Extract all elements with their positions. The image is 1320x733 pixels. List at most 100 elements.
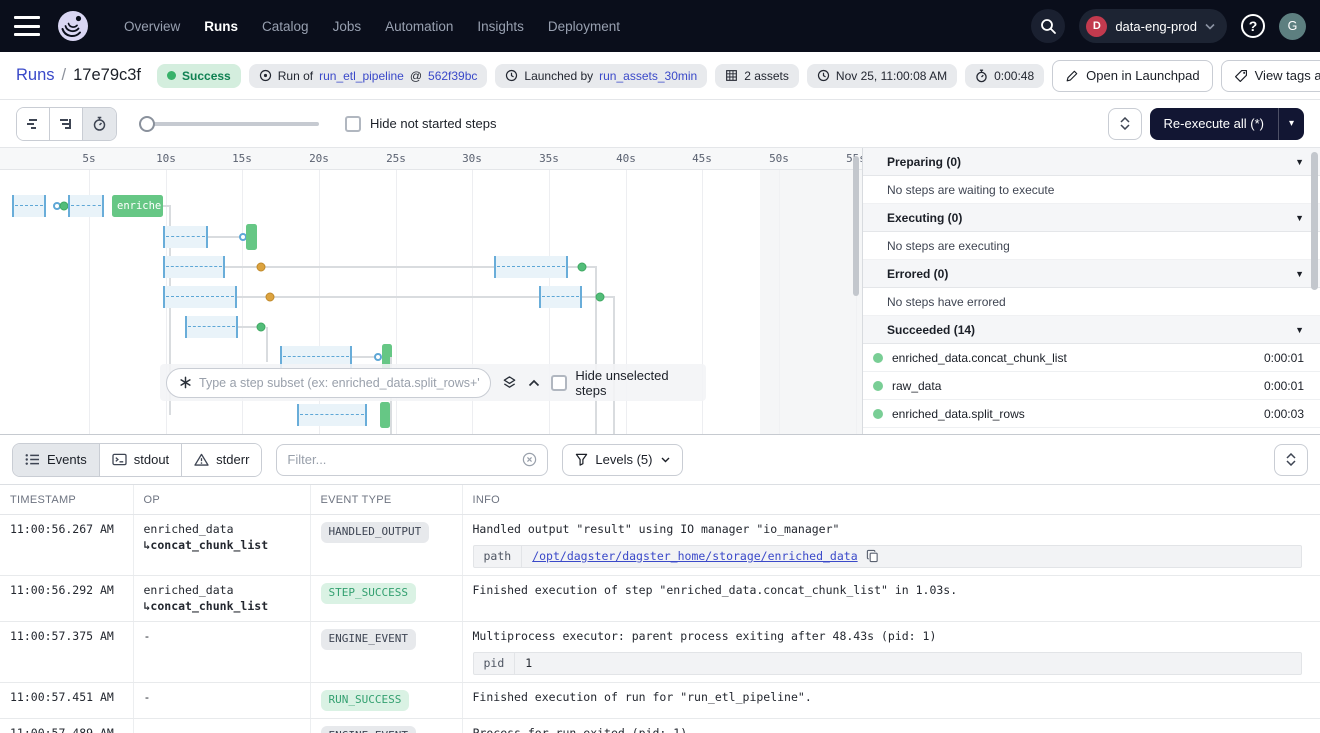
gantt-waiting-box[interactable] [12,195,46,217]
nav-item-automation[interactable]: Automation [373,0,465,52]
gantt-waiting-box[interactable] [494,256,568,278]
section-header[interactable]: Preparing (0) ▼ [863,148,1320,176]
view-tags-config-button[interactable]: View tags and config [1221,60,1320,92]
target-icon [259,69,272,82]
nav-item-deployment[interactable]: Deployment [536,0,632,52]
nav-item-catalog[interactable]: Catalog [250,0,321,52]
run-tag[interactable]: Run of run_etl_pipeline @ 562f39bc [249,64,488,88]
log-expand-stepper[interactable] [1274,444,1308,476]
layers-icon[interactable] [502,375,517,390]
hide-not-started-control[interactable]: Hide not started steps [345,116,496,132]
metadata-link[interactable]: /opt/dagster/dagster_home/storage/enrich… [532,549,857,565]
open-in-launchpad-button[interactable]: Open in Launchpad [1052,60,1212,92]
top-nav: OverviewRunsCatalogJobsAutomationInsight… [0,0,1320,52]
tag-text: Run of [278,69,313,83]
log-row[interactable]: 11:00:57.375 AM-ENGINE_EVENTMultiprocess… [0,622,1320,683]
tag-text: Nov 25, 11:00:08 AM [836,69,947,83]
breadcrumb: Runs / 17e79c3f [16,66,141,85]
log-row[interactable]: 11:00:57.489 AM-ENGINE_EVENTProcess for … [0,718,1320,733]
log-filter-input[interactable] [287,452,514,467]
levels-dropdown[interactable]: Levels (5) [562,444,683,476]
gantt-marker-dot [266,293,275,302]
step-row[interactable]: enriched_data.concat_chunk_list0:00:01 [863,344,1320,372]
gantt-waterfall-view-button[interactable] [50,108,83,140]
help-button[interactable]: ? [1241,14,1265,38]
tab-stdout[interactable]: stdout [100,444,182,476]
log-filter-box [276,444,548,476]
log-row[interactable]: 11:00:57.451 AM-RUN_SUCCESSFinished exec… [0,683,1320,719]
gantt-timed-view-button[interactable] [83,108,116,140]
hamburger-menu-icon[interactable] [14,16,40,36]
axis-tick: 45s [692,152,712,165]
log-op: enriched_data↳concat_chunk_list [133,576,310,622]
log-row[interactable]: 11:00:56.267 AMenriched_data↳concat_chun… [0,515,1320,576]
step-subset-input[interactable]: Type a step subset (ex: enriched_data.sp… [166,368,491,398]
tab-stderr[interactable]: stderr [182,444,261,476]
breadcrumb-runs-link[interactable]: Runs [16,66,55,85]
steps-scrollbar[interactable] [1311,152,1318,290]
gantt-waiting-box[interactable] [297,404,367,426]
log-timestamp: 11:00:56.267 AM [0,515,133,576]
step-row[interactable]: enriched_data.split_rows0:00:03 [863,400,1320,428]
gantt-step-bar[interactable]: enriche. [112,195,163,217]
gantt-step-bar[interactable] [246,224,257,250]
log-timestamp: 11:00:56.292 AM [0,576,133,622]
chevron-down-icon[interactable]: ▼ [1295,269,1304,279]
tag-link[interactable]: run_etl_pipeline [319,69,404,83]
tag-link[interactable]: run_assets_30min [599,69,697,83]
chevron-up-icon[interactable] [528,379,540,387]
log-event-type: ENGINE_EVENT [310,718,462,733]
copy-icon[interactable] [866,549,879,563]
section-header[interactable]: Errored (0)▼ [863,260,1320,288]
section-header[interactable]: Succeeded (14)▼ [863,316,1320,344]
event-type-badge: ENGINE_EVENT [321,726,416,733]
hide-not-started-checkbox[interactable] [345,116,361,132]
step-row[interactable]: raw_data0:00:01 [863,372,1320,400]
gantt-waiting-box[interactable] [185,316,238,338]
search-button[interactable] [1031,9,1065,43]
run-tag[interactable]: 0:00:48 [965,64,1044,88]
chevron-down-icon[interactable]: ▼ [1295,325,1304,335]
clear-filter-icon[interactable] [522,452,537,467]
tab-Events[interactable]: Events [13,444,100,476]
metadata-key: path [474,546,523,568]
nav-item-overview[interactable]: Overview [112,0,192,52]
log-info: Process for run exited (pid: 1). [462,718,1320,733]
splat-icon [179,376,192,389]
gantt-flat-view-button[interactable] [17,108,50,140]
run-tag[interactable]: 2 assets [715,64,799,88]
expand-collapse-stepper[interactable] [1108,108,1142,140]
gantt-waiting-box[interactable] [68,195,104,217]
gantt-waiting-box[interactable] [163,226,208,248]
log-row[interactable]: 11:00:56.292 AMenriched_data↳concat_chun… [0,576,1320,622]
nav-item-jobs[interactable]: Jobs [321,0,374,52]
slider-thumb[interactable] [139,116,155,132]
gantt-zoom-slider[interactable] [139,116,319,132]
log-info: Finished execution of run for "run_etl_p… [462,683,1320,719]
workspace-switcher[interactable]: D data-eng-prod [1079,9,1227,43]
run-tag[interactable]: Launched by run_assets_30min [495,64,707,88]
dagster-logo[interactable] [56,9,90,43]
step-row[interactable]: enriched_data.process_chunk [1]0:00:04 [863,428,1320,434]
gantt-waiting-box[interactable] [163,286,237,308]
section-header[interactable]: Executing (0)▼ [863,204,1320,232]
gantt-waiting-box[interactable] [163,256,225,278]
reexecute-caret[interactable]: ▾ [1278,108,1304,140]
breadcrumb-separator: / [62,66,67,85]
chevron-down-icon[interactable]: ▼ [1295,213,1304,223]
info-metadata-table: pid1 [473,652,1303,676]
nav-item-runs[interactable]: Runs [192,0,250,52]
gantt-step-bar[interactable] [380,402,390,428]
tag-link[interactable]: 562f39bc [428,69,477,83]
gantt-scrollbar[interactable] [853,156,859,296]
gantt-waiting-box[interactable] [539,286,582,308]
reexecute-all-button[interactable]: Re-execute all (*) ▾ [1150,108,1304,140]
chevron-down-icon[interactable]: ▼ [1295,157,1304,167]
run-tag[interactable]: Nov 25, 11:00:08 AM [807,64,957,88]
gantt-marker-dot [257,263,266,272]
nav-item-insights[interactable]: Insights [465,0,536,52]
hide-unselected-control[interactable]: Hide unselected steps [551,368,700,398]
user-avatar[interactable]: G [1279,13,1306,40]
section-title: Preparing (0) [887,155,961,169]
hide-unselected-checkbox[interactable] [551,375,567,391]
